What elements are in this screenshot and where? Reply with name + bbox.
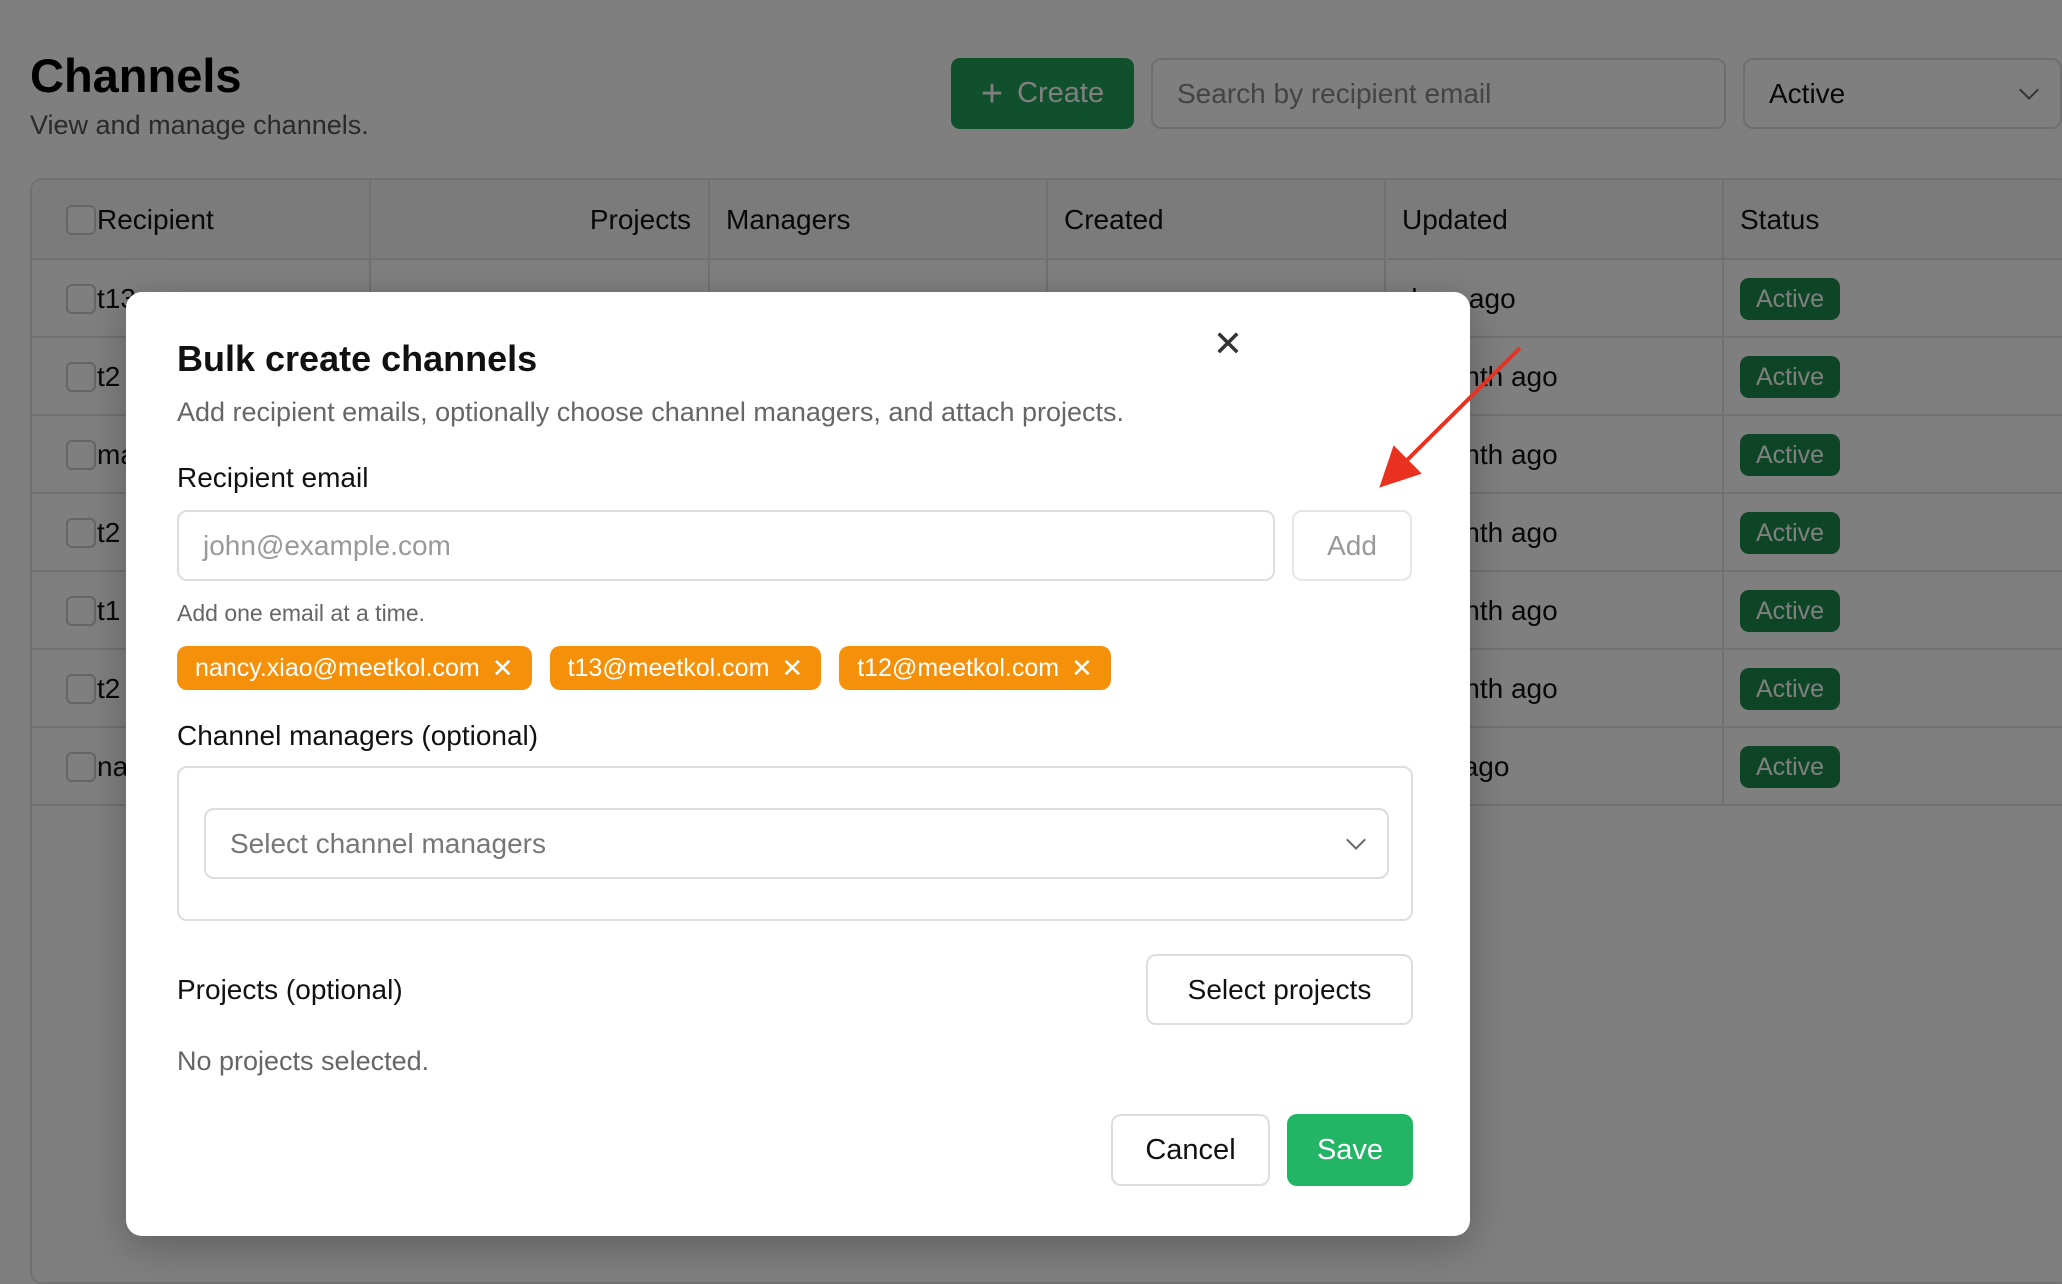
email-chip: t13@meetkol.com ✕ [549,646,822,690]
remove-chip-icon[interactable]: ✕ [781,655,803,681]
add-email-button[interactable]: Add [1292,510,1412,581]
close-icon[interactable]: ✕ [1208,323,1248,364]
email-chip: t12@meetkol.com ✕ [839,646,1111,690]
email-chip-list: nancy.xiao@meetkol.com ✕ t13@meetkol.com… [177,646,1111,690]
save-button[interactable]: Save [1287,1114,1413,1186]
chevron-down-icon [1346,829,1366,850]
projects-label: Projects (optional) [177,974,403,1005]
select-projects-button[interactable]: Select projects [1146,954,1413,1025]
dialog-description: Add recipient emails, optionally choose … [177,397,1125,427]
email-chip-label: nancy.xiao@meetkol.com [195,653,480,682]
recipient-email-input[interactable]: john@example.com [177,510,1275,581]
email-chip: nancy.xiao@meetkol.com ✕ [177,646,532,690]
channel-managers-label: Channel managers (optional) [177,720,539,751]
channel-managers-section: Select channel managers [177,766,1413,921]
remove-chip-icon[interactable]: ✕ [492,655,514,681]
cancel-button[interactable]: Cancel [1111,1114,1270,1186]
email-chip-label: t13@meetkol.com [567,653,770,682]
managers-placeholder: Select channel managers [230,827,546,859]
remove-chip-icon[interactable]: ✕ [1071,655,1093,681]
no-projects-text: No projects selected. [177,1046,430,1076]
email-chip-label: t12@meetkol.com [857,653,1060,682]
bulk-create-dialog: ✕ Bulk create channels Add recipient ema… [126,292,1470,1236]
recipient-email-label: Recipient email [177,462,369,493]
email-hint: Add one email at a time. [177,600,426,626]
channel-managers-select[interactable]: Select channel managers [204,808,1389,879]
dialog-title: Bulk create channels [177,338,538,379]
email-placeholder: john@example.com [203,529,451,561]
